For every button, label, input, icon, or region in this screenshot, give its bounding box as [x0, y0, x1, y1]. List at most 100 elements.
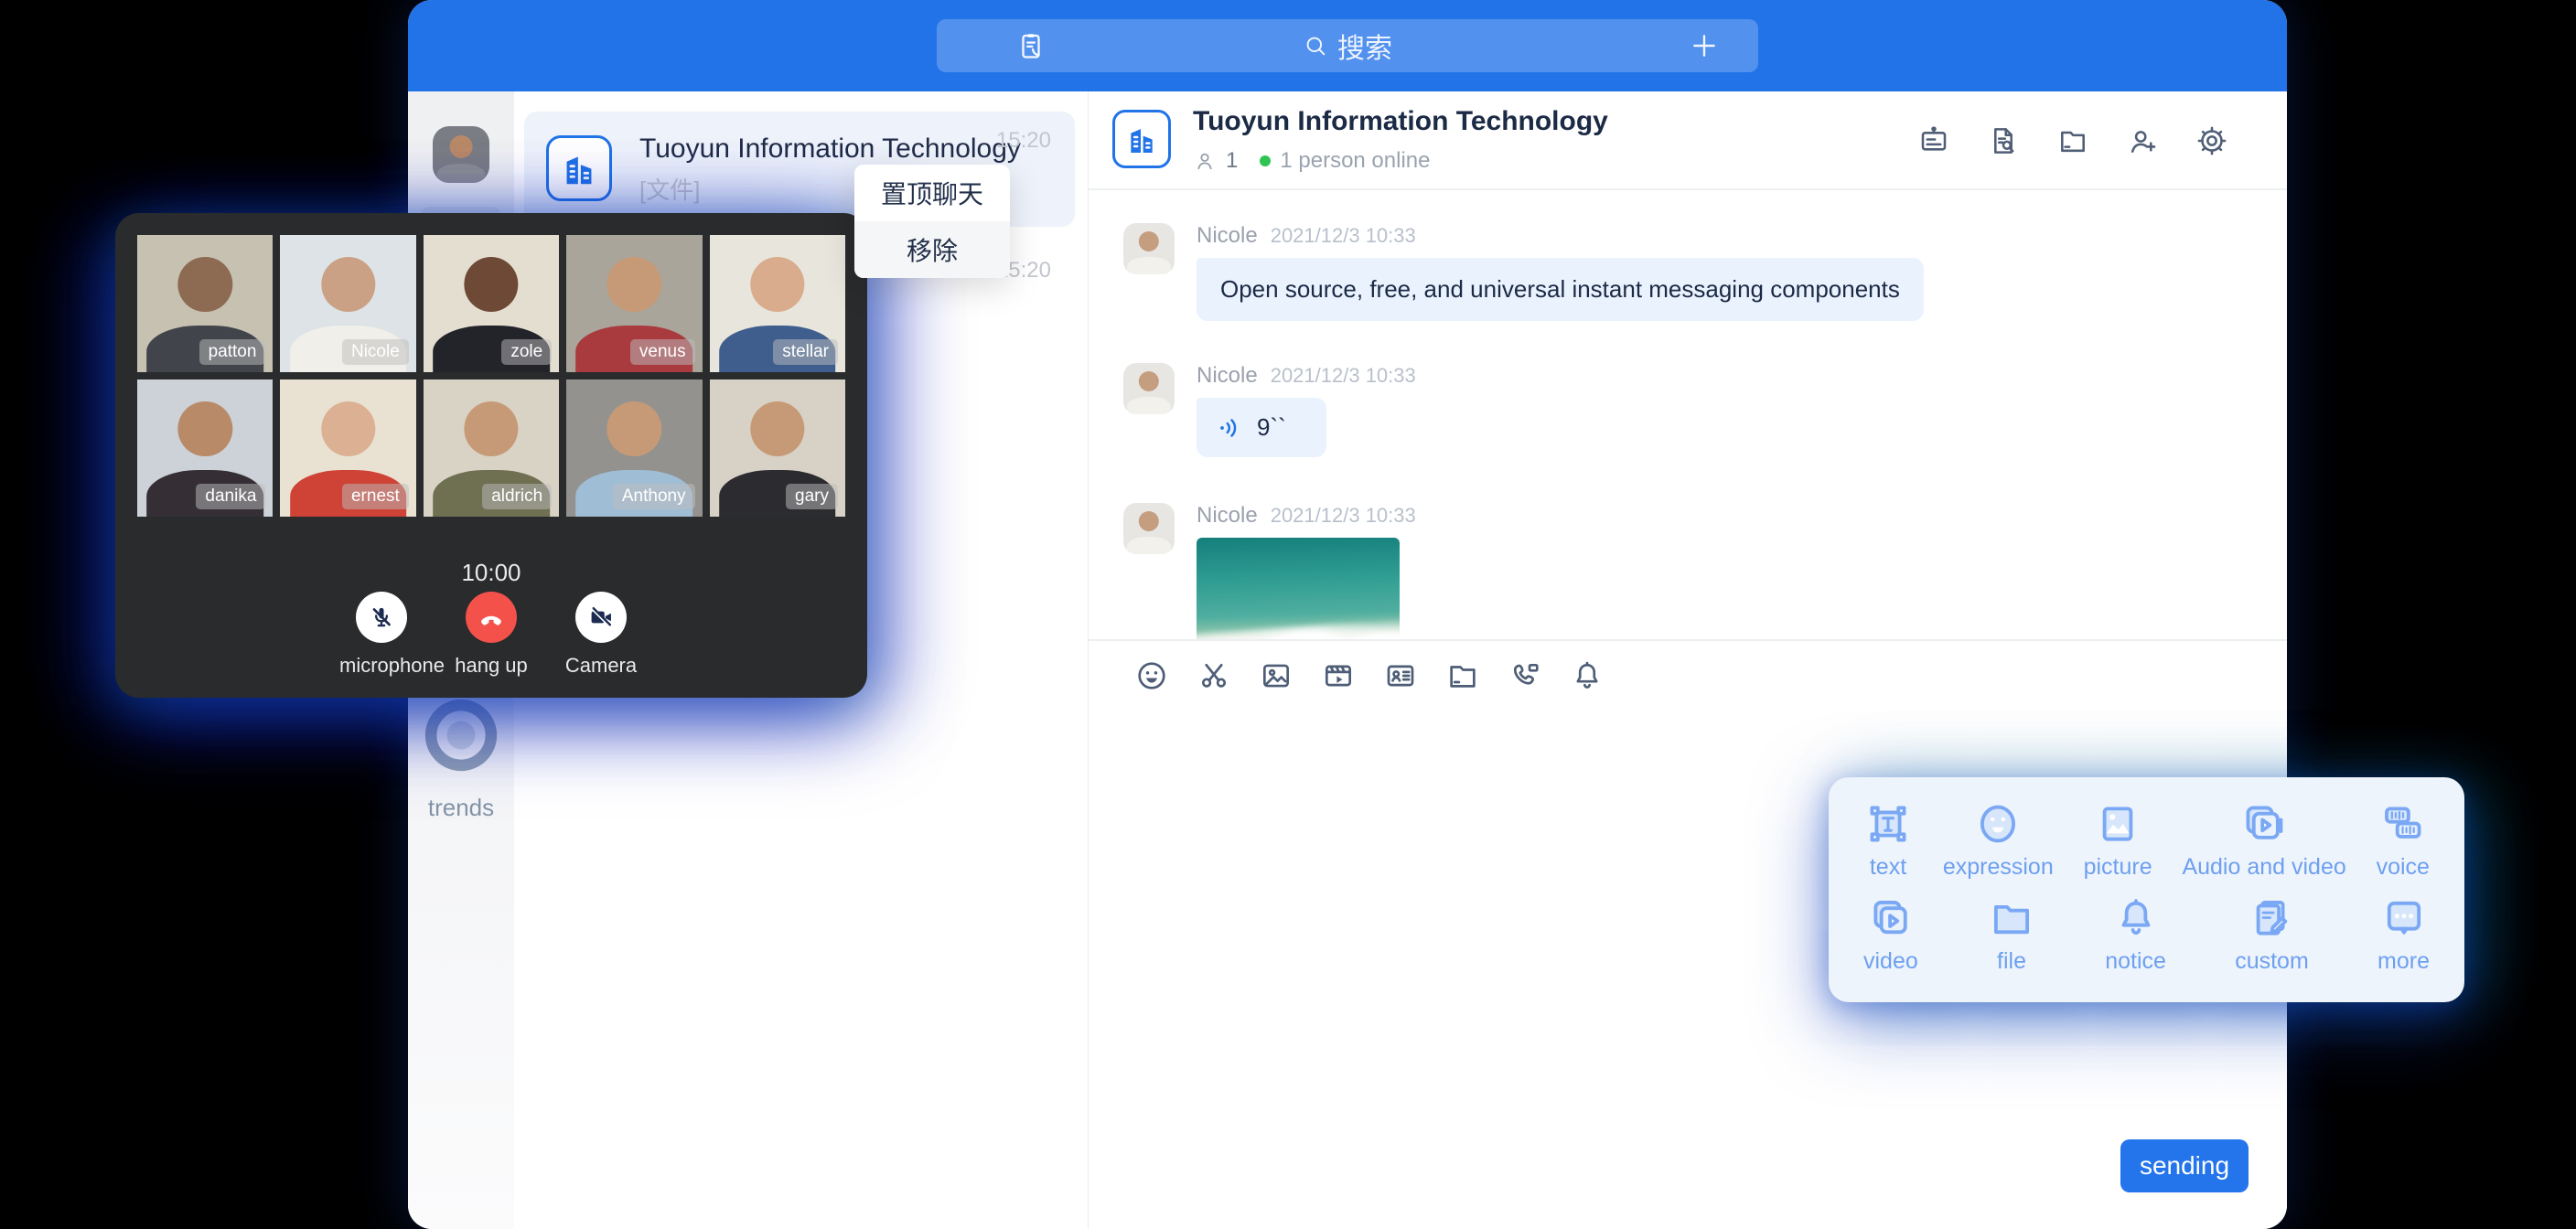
attachment-panel: text expression picture Audio and video …: [1829, 777, 2464, 1002]
video-call-window: patton Nicole zole venus stellar danika …: [115, 213, 867, 698]
picture-icon: [2093, 799, 2142, 849]
participant-tile: ernest: [280, 379, 415, 517]
panel-label: video: [1863, 948, 1918, 975]
context-menu: 置顶聊天 移除: [854, 165, 1010, 278]
chat-title: Tuoyun Information Technology: [1193, 106, 1608, 137]
notice-bell-icon: [2111, 893, 2161, 943]
building-icon: [1123, 121, 1160, 157]
image-message-beach[interactable]: [1197, 538, 1400, 639]
panel-item-video[interactable]: video: [1863, 893, 1918, 975]
message-row: Nicole 2021/12/3 10:33: [1123, 503, 2287, 639]
voice-message-bubble[interactable]: 9``: [1197, 398, 1326, 457]
expression-icon: [1973, 799, 2023, 849]
hang-up-button[interactable]: [466, 592, 517, 643]
emoji-icon[interactable]: [1134, 658, 1169, 693]
participant-tile: Anthony: [566, 379, 702, 517]
search-icon: [1303, 33, 1328, 59]
participant-tile: aldrich: [424, 379, 559, 517]
panel-label: Audio and video: [2182, 854, 2345, 881]
microphone-button[interactable]: [356, 592, 407, 643]
participant-name: patton: [199, 339, 266, 365]
announcement-icon[interactable]: [1917, 124, 1950, 157]
video-icon[interactable]: [1321, 658, 1356, 693]
panel-item-more[interactable]: more: [2377, 893, 2430, 975]
participant-tile: venus: [566, 235, 702, 372]
online-status: 1 person online: [1280, 148, 1430, 174]
group-avatar: [546, 135, 612, 201]
panel-item-expression[interactable]: expression: [1943, 799, 2054, 881]
video-play-icon: [1866, 893, 1916, 943]
chat-header: Tuoyun Information Technology 1 1 person…: [1089, 91, 2287, 190]
participant-name: Nicole: [342, 339, 409, 365]
sender-name: Nicole: [1197, 363, 1258, 389]
participant-tile: Nicole: [280, 235, 415, 372]
voice-duration: 9``: [1257, 413, 1286, 442]
participant-name: aldrich: [482, 484, 552, 509]
input-toolbar: [1089, 639, 2287, 711]
search-bar[interactable]: 搜索: [937, 19, 1758, 72]
participant-name: ernest: [342, 484, 409, 509]
file-icon[interactable]: [1445, 658, 1480, 693]
sender-avatar[interactable]: [1123, 363, 1175, 414]
sender-avatar[interactable]: [1123, 503, 1175, 554]
screenshot-icon[interactable]: [1197, 658, 1231, 693]
group-files-icon[interactable]: [2056, 124, 2089, 157]
voice-wave-icon: [1217, 414, 1244, 442]
participant-name: zole: [501, 339, 552, 365]
chat-panel: Tuoyun Information Technology 1 1 person…: [1089, 91, 2287, 1229]
settings-icon[interactable]: [2195, 124, 2228, 157]
panel-label: voice: [2377, 854, 2430, 881]
microphone-label: microphone: [339, 654, 424, 678]
panel-label: more: [2377, 948, 2430, 975]
participant-tile: zole: [424, 235, 559, 372]
participant-tile: patton: [137, 235, 273, 372]
sender-name: Nicole: [1197, 223, 1258, 249]
text-icon: [1863, 799, 1913, 849]
add-member-icon[interactable]: [2126, 124, 2159, 157]
microphone-muted-icon: [367, 603, 396, 632]
sidebar-item-trends[interactable]: trends: [408, 682, 514, 822]
more-bubble-icon: [2379, 893, 2429, 943]
members-icon: [1193, 149, 1217, 173]
chat-group-avatar: [1112, 110, 1171, 168]
participant-tile: stellar: [710, 235, 845, 372]
panel-label: notice: [2105, 948, 2166, 975]
user-avatar[interactable]: [433, 126, 489, 183]
chat-history-search-icon[interactable]: [1987, 124, 2020, 157]
panel-item-voice[interactable]: voice: [2377, 799, 2430, 881]
search-input[interactable]: 搜索: [937, 19, 1758, 72]
trends-icon: [408, 682, 514, 788]
send-button[interactable]: sending: [2120, 1139, 2249, 1192]
panel-item-text[interactable]: text: [1863, 799, 1913, 881]
panel-item-picture[interactable]: picture: [2084, 799, 2152, 881]
camera-button[interactable]: [575, 592, 627, 643]
participant-name: stellar: [773, 339, 838, 365]
member-count: 1: [1226, 148, 1238, 174]
participant-name: gary: [786, 484, 838, 509]
message-timestamp: 2021/12/3 10:33: [1271, 224, 1416, 248]
panel-item-file[interactable]: file: [1987, 893, 2036, 975]
message-row: Nicole 2021/12/3 10:33 Open source, free…: [1123, 223, 2287, 321]
sender-avatar[interactable]: [1123, 223, 1175, 274]
file-folder-icon: [1987, 893, 2036, 943]
contact-card-icon[interactable]: [1383, 658, 1418, 693]
panel-item-notice[interactable]: notice: [2105, 893, 2166, 975]
voice-icon: [2378, 799, 2428, 849]
menu-item-pin-chat[interactable]: 置顶聊天: [854, 165, 1010, 221]
participant-tile: gary: [710, 379, 845, 517]
menu-item-remove[interactable]: 移除: [854, 221, 1010, 278]
notification-icon[interactable]: [1570, 658, 1605, 693]
participant-name: danika: [196, 484, 265, 509]
panel-label: file: [1997, 948, 2026, 975]
panel-label: picture: [2084, 854, 2152, 881]
camera-muted-icon: [586, 603, 616, 632]
image-icon[interactable]: [1259, 658, 1293, 693]
video-call-icon[interactable]: [1508, 658, 1542, 693]
panel-label: expression: [1943, 854, 2054, 881]
add-icon[interactable]: [1689, 30, 1720, 61]
panel-item-audio-video[interactable]: Audio and video: [2182, 799, 2345, 881]
panel-item-custom[interactable]: custom: [2235, 893, 2309, 975]
conversation-title: Tuoyun Information Technology: [639, 134, 1021, 165]
call-timer: 10:00: [115, 559, 867, 587]
participant-grid: patton Nicole zole venus stellar danika …: [137, 235, 845, 517]
